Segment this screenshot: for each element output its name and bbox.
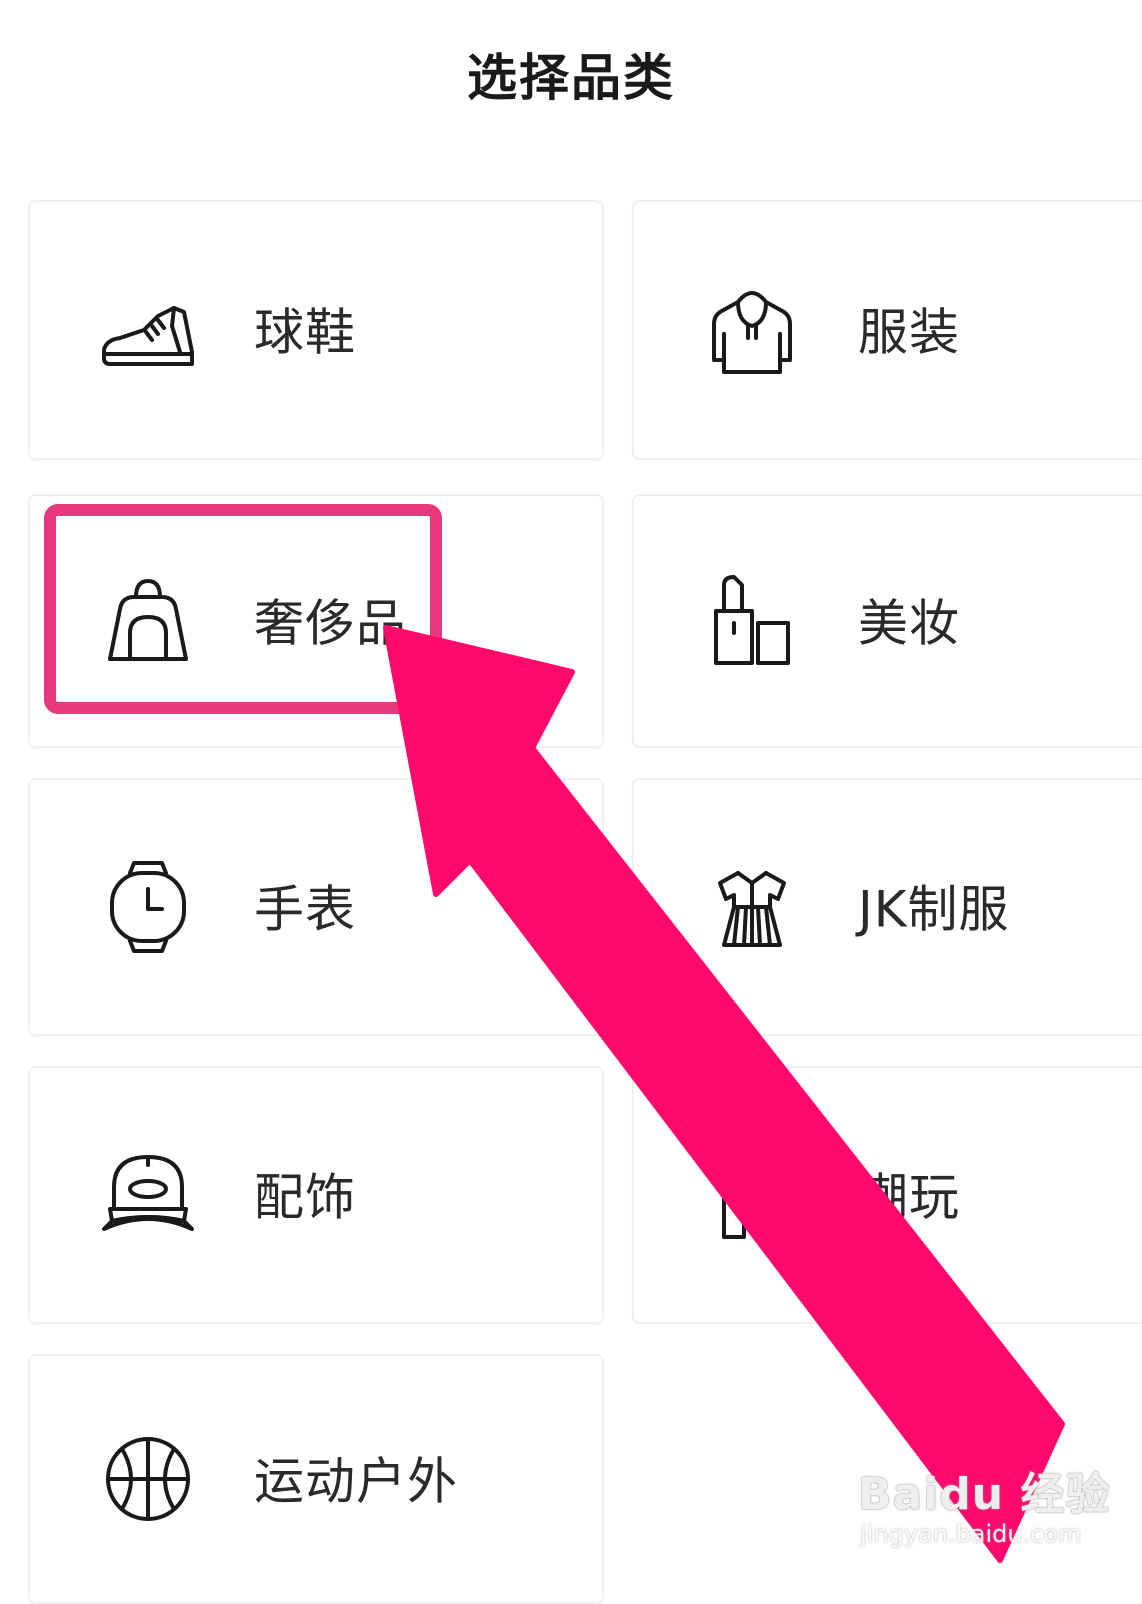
category-card-sneakers[interactable]: 球鞋	[28, 200, 604, 460]
category-label: 手表	[254, 880, 356, 939]
category-label: JK制服	[858, 880, 1010, 939]
category-card-apparel[interactable]: 服装	[632, 200, 1142, 460]
watermark-url: jingyan.baidu.com	[860, 1520, 1082, 1548]
category-card-watches[interactable]: 手表	[28, 778, 604, 1036]
category-card-accessories[interactable]: 配饰	[28, 1066, 604, 1324]
toy-figure-icon	[704, 1147, 800, 1243]
category-label: 服装	[858, 303, 960, 362]
page-title: 选择品类	[467, 49, 675, 107]
category-label: 配饰	[254, 1168, 356, 1227]
hoodie-icon	[704, 282, 800, 378]
watch-icon	[100, 859, 196, 955]
category-card-jk-uniform[interactable]: JK制服	[632, 778, 1142, 1036]
baidu-jingyan-watermark: Baidu 经验 jingyan.baidu.com	[858, 1458, 1118, 1578]
category-label: 球鞋	[254, 303, 356, 362]
category-label: 运动户外	[254, 1452, 458, 1511]
category-label: 奢侈品	[254, 594, 407, 653]
handbag-icon	[100, 573, 196, 669]
watermark-logo: Baidu 经验	[858, 1469, 1111, 1520]
category-card-beauty[interactable]: 美妆	[632, 494, 1142, 748]
cap-icon	[100, 1147, 196, 1243]
category-card-sports-outdoor[interactable]: 运动户外	[28, 1354, 604, 1604]
jk-dress-icon	[704, 859, 800, 955]
category-label: 潮玩	[858, 1168, 960, 1227]
category-label: 美妆	[858, 594, 960, 653]
category-card-trendy-toys[interactable]: 潮玩	[632, 1066, 1142, 1324]
sneaker-icon	[100, 282, 196, 378]
basketball-icon	[100, 1431, 196, 1527]
lipstick-icon	[704, 573, 800, 669]
category-card-luxury[interactable]: 奢侈品	[28, 494, 604, 748]
